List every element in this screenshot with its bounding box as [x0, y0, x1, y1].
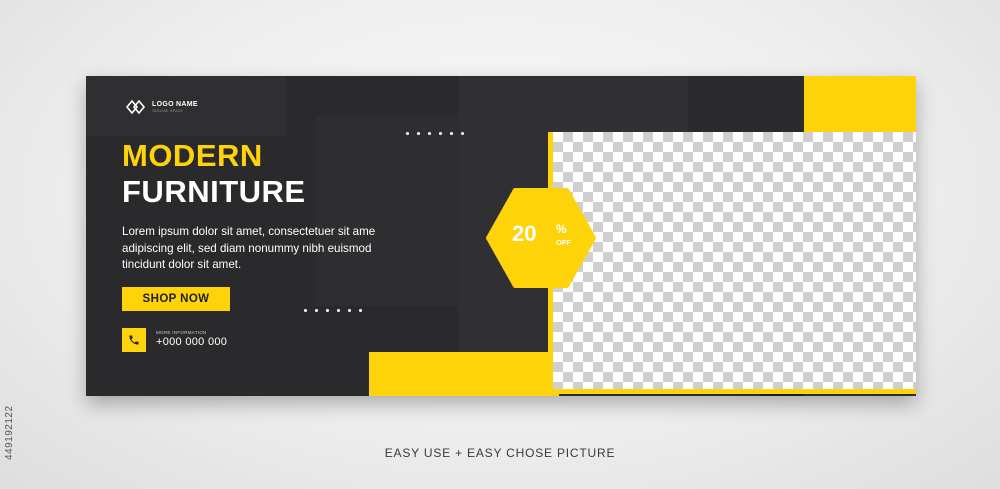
- image-placeholder[interactable]: [548, 132, 916, 394]
- headline-line-2: FURNITURE: [122, 174, 306, 209]
- body-text: Lorem ipsum dolor sit amet, consectetuer…: [122, 224, 422, 274]
- decorative-dots-bottom: [304, 309, 362, 312]
- decorative-dots-top: [406, 132, 464, 135]
- discount-badge: 20 % OFF: [486, 188, 596, 288]
- body-line: adipiscing elit, sed diam nonummy nibh e…: [122, 241, 372, 255]
- logo-icon: [126, 100, 146, 114]
- accent-block-bottom: [369, 352, 559, 396]
- logo: LOGO NAME TAGLINE SPACE: [126, 100, 198, 114]
- discount-value: 20: [512, 221, 537, 246]
- phone-number: +000 000 000: [156, 336, 228, 348]
- hexagon-shape: [486, 188, 596, 288]
- logo-tagline: TAGLINE SPACE: [152, 108, 184, 113]
- discount-percent: %: [556, 222, 567, 236]
- logo-name: LOGO NAME: [152, 100, 198, 108]
- caption: EASY USE + EASY CHOSE PICTURE: [384, 446, 616, 460]
- phone-icon: [122, 328, 146, 352]
- side-id: 449192122: [4, 405, 15, 460]
- shop-now-button[interactable]: SHOP NOW: [122, 287, 230, 311]
- banner: LOGO NAME TAGLINE SPACE MODERN FURNITURE…: [86, 76, 916, 396]
- headline-line-1: MODERN: [122, 138, 263, 173]
- discount-off-label: OFF: [556, 238, 571, 247]
- more-information-label: MORE INFORMATION: [156, 330, 207, 335]
- body-line: tincidunt dolor sit amet.: [122, 258, 242, 271]
- body-line: Lorem ipsum dolor sit amet, consectetuer…: [122, 225, 376, 238]
